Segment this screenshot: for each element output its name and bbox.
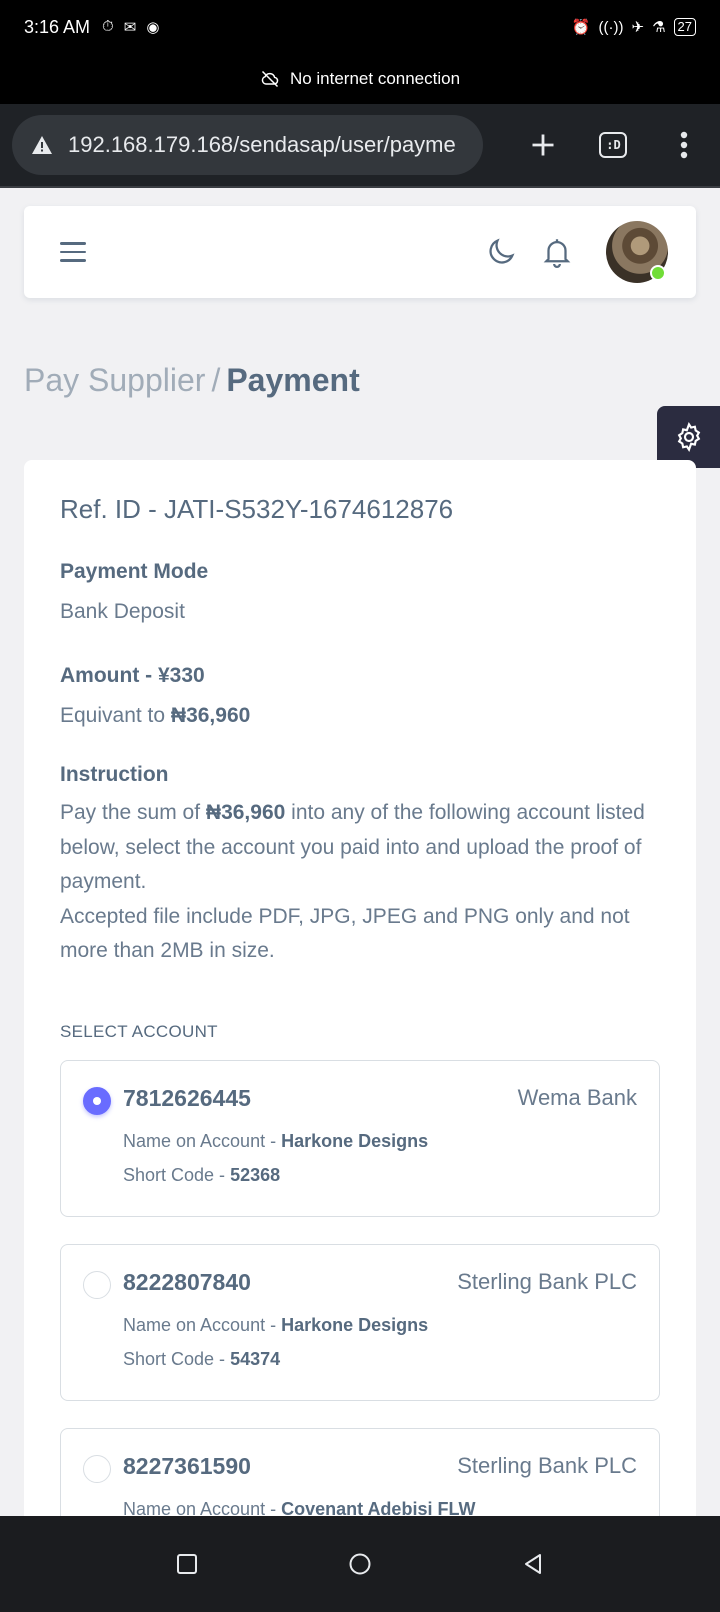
hotspot-icon: ((·))	[598, 18, 624, 36]
cloud-off-icon	[261, 70, 279, 88]
account-name: Name on Account - Harkone Designs	[123, 1131, 429, 1151]
gmail-icon: ✉	[123, 19, 137, 36]
breadcrumb-parent[interactable]: Pay Supplier	[24, 362, 205, 398]
account-radio[interactable]	[83, 1455, 111, 1483]
home-button[interactable]	[340, 1544, 380, 1584]
instruction-text: Pay the sum of ₦36,960 into any of the f…	[60, 796, 660, 969]
gear-icon	[677, 421, 700, 453]
browser-toolbar: 192.168.179.168/sendasap/user/payme :D	[0, 104, 720, 188]
menu-icon[interactable]	[60, 235, 94, 269]
stopwatch-icon: ⏱	[102, 18, 114, 35]
user-avatar[interactable]	[606, 221, 668, 283]
tab-switcher-button[interactable]: :D	[589, 120, 637, 170]
airplane-icon: ✈	[631, 19, 645, 36]
bank-name: Sterling Bank PLC	[457, 1453, 637, 1478]
alarm-icon: ⏰	[571, 19, 591, 36]
status-time: 3:16 AM	[24, 16, 91, 37]
chrome-icon: ◉	[146, 19, 160, 36]
browser-menu-button[interactable]	[660, 120, 708, 170]
breadcrumb: Pay Supplier / Payment	[24, 362, 360, 399]
account-radio[interactable]	[83, 1087, 111, 1115]
account-number: 7812626445	[123, 1085, 251, 1111]
equivalent-amount: Equivant to ₦36,960	[60, 704, 250, 728]
app-navbar	[24, 206, 696, 298]
select-account-label: SELECT ACCOUNT	[60, 1022, 218, 1041]
breadcrumb-separator: /	[211, 362, 221, 398]
ref-id: Ref. ID - JATI-S532Y-1674612876	[60, 494, 454, 524]
address-bar[interactable]: 192.168.179.168/sendasap/user/payme	[12, 115, 483, 175]
settings-button[interactable]	[657, 406, 720, 468]
recents-button[interactable]	[167, 1544, 207, 1584]
instruction-files: Accepted file include PDF, JPG, JPEG and…	[60, 904, 630, 963]
short-code: Short Code - 54374	[123, 1349, 281, 1369]
url-text[interactable]: 192.168.179.168/sendasap/user/payme	[68, 132, 456, 158]
bank-name: Wema Bank	[517, 1085, 637, 1110]
status-bar: 3:16 AM ⏱ ✉ ◉ ⏰ ((·)) ✈ ⚗ 27	[0, 0, 720, 54]
back-button[interactable]	[513, 1544, 553, 1584]
lab-icon: ⚗	[652, 19, 666, 36]
more-vert-icon	[680, 131, 688, 159]
moon-icon	[489, 238, 515, 264]
dark-mode-toggle[interactable]	[480, 231, 522, 273]
account-option[interactable]: 7812626445 Wema Bank Name on Account - H…	[60, 1060, 660, 1217]
account-number: 8222807840	[123, 1269, 251, 1295]
online-status-dot	[650, 265, 666, 281]
payment-card: Ref. ID - JATI-S532Y-1674612876 Payment …	[24, 460, 696, 1585]
account-number: 8227361590	[123, 1453, 251, 1479]
instruction-prefix: Pay the sum of	[60, 801, 206, 824]
payment-mode-label: Payment Mode	[60, 560, 209, 583]
page-title: Payment	[226, 362, 360, 398]
plus-icon	[532, 134, 554, 156]
instruction-amount: ₦36,960	[205, 801, 286, 824]
square-icon	[176, 1554, 197, 1574]
network-banner: No internet connection	[0, 54, 720, 104]
short-code: Short Code - 52368	[123, 1165, 281, 1185]
triangle-back-icon	[525, 1554, 542, 1574]
tab-count: :D	[599, 132, 628, 158]
network-banner-text: No internet connection	[289, 69, 461, 88]
notifications-button[interactable]	[536, 231, 578, 273]
bank-name: Sterling Bank PLC	[457, 1269, 637, 1294]
account-name: Name on Account - Harkone Designs	[123, 1315, 429, 1335]
new-tab-button[interactable]	[519, 120, 567, 170]
equivalent-value: ₦36,960	[170, 704, 251, 727]
account-radio[interactable]	[83, 1271, 111, 1299]
payment-mode-value: Bank Deposit	[60, 600, 185, 623]
circle-icon	[349, 1553, 371, 1575]
account-option[interactable]: 8222807840 Sterling Bank PLC Name on Acc…	[60, 1244, 660, 1401]
battery-icon: 27	[673, 18, 696, 36]
equivalent-prefix: Equivant to	[60, 704, 171, 727]
instruction-label: Instruction	[60, 763, 169, 786]
system-nav-bar	[0, 1516, 720, 1612]
amount-label: Amount - ¥330	[60, 664, 205, 687]
warning-icon[interactable]	[30, 133, 54, 157]
bell-icon	[543, 239, 571, 268]
